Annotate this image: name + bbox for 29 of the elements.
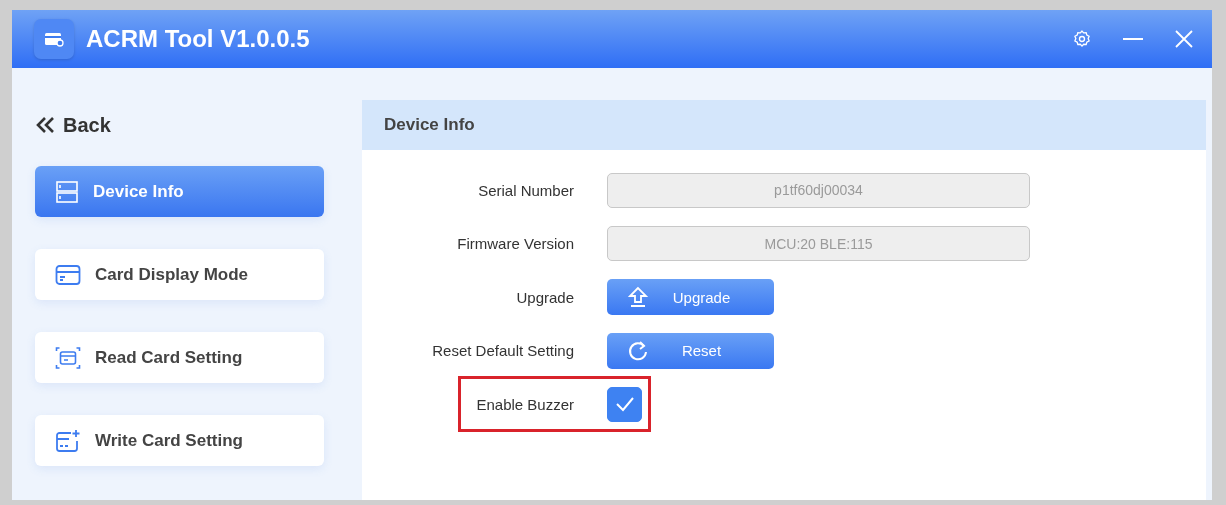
checkbox[interactable] [607,386,642,422]
upload-icon [627,286,649,308]
field-label: Enable Buzzer [475,395,574,413]
window-title: ACRM Tool V1.0.0.5 [86,25,310,53]
sidebar-item[interactable]: Device Info [35,166,324,217]
field-label: Upgrade [515,288,574,306]
sidebar-item[interactable]: Write Card Setting [35,415,324,466]
panel-title: Device Info [384,115,475,135]
sidebar-item[interactable]: Card Display Mode [35,249,324,300]
reset-button[interactable]: Reset [607,332,774,369]
refresh-icon [627,339,649,362]
card-scan-icon [55,344,81,371]
checkmark-icon [614,396,635,412]
input-field[interactable]: MCU:20 BLE:115 [607,226,1030,261]
minimize-icon [1122,38,1144,40]
field-label: Serial Number [477,181,574,199]
card-icon [55,263,81,286]
app-logo-icon [34,19,74,59]
upgrade-button[interactable]: Upgrade [607,279,774,315]
close-icon [1174,29,1194,49]
field-label: Firmware Version [456,235,574,252]
field-label: Reset Default Setting [431,342,574,359]
server-icon [55,179,79,204]
settings-icon [1072,29,1092,49]
card-add-icon [55,427,81,454]
sidebar-item[interactable]: Read Card Setting [35,332,324,383]
back-button[interactable]: Back [35,108,111,142]
input-field[interactable]: p1tf60dj00034 [607,172,1030,208]
double-chevron-icon [35,116,57,134]
